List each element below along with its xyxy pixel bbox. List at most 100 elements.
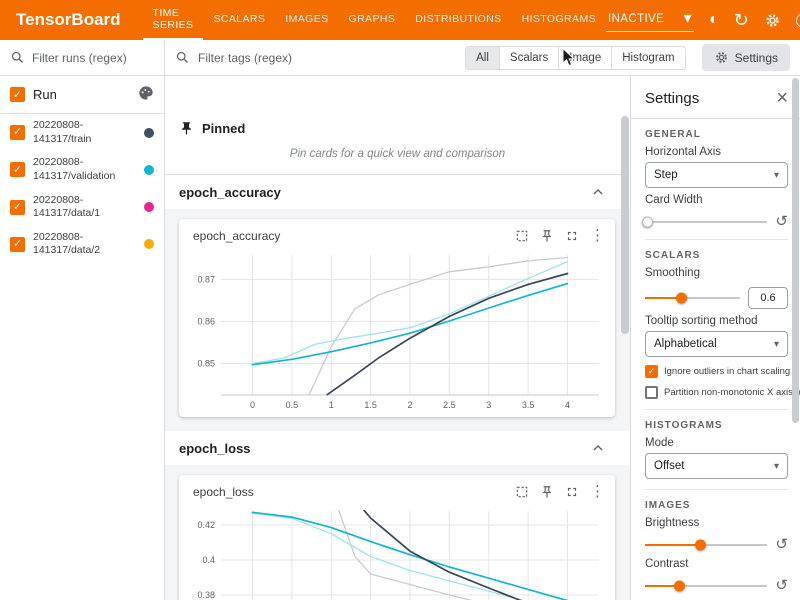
- pin-icon[interactable]: [540, 229, 554, 243]
- more-options-icon[interactable]: ⋮: [590, 228, 605, 243]
- histogram-mode-select[interactable]: Offset ▾: [645, 453, 788, 479]
- runs-column-label: Run: [33, 87, 57, 102]
- smoothing-value-input[interactable]: [748, 287, 788, 309]
- tab-graphs[interactable]: GRAPHS: [339, 0, 406, 40]
- run-checkbox[interactable]: ✓: [10, 162, 25, 177]
- gear-icon[interactable]: [764, 12, 781, 29]
- settings-scrollbar: [792, 76, 799, 600]
- ignore-outliers-checkbox[interactable]: ✓: [645, 365, 658, 378]
- card-toolbar: ⋮: [515, 228, 605, 243]
- slider-knob[interactable]: [695, 539, 706, 550]
- reset-icon[interactable]: ↺: [775, 537, 788, 552]
- horizontal-axis-select[interactable]: Step ▾: [645, 162, 788, 188]
- pin-icon: [179, 121, 194, 136]
- chip-image[interactable]: Image: [558, 47, 611, 69]
- header-actions: INACTIVE ▾ ◐ ↻ ?: [606, 0, 800, 40]
- run-row-data1[interactable]: ✓ 20220808-141317/data/1: [0, 189, 164, 226]
- svg-text:0.4: 0.4: [202, 555, 215, 565]
- chevron-down-icon: ▾: [774, 170, 779, 181]
- run-row-data2[interactable]: ✓ 20220808-141317/data/2: [0, 226, 164, 263]
- fullscreen-icon[interactable]: [565, 229, 579, 243]
- fit-to-data-icon[interactable]: [515, 229, 529, 243]
- chip-histogram[interactable]: Histogram: [611, 47, 684, 69]
- tab-distributions[interactable]: DISTRIBUTIONS: [405, 0, 511, 40]
- main-scrollbar-thumb[interactable]: [621, 116, 629, 334]
- run-checkbox[interactable]: ✓: [10, 125, 25, 140]
- contrast-slider[interactable]: [645, 585, 767, 587]
- tag-filter-toolbar: All Scalars Image Histogram Settings: [165, 40, 800, 76]
- svg-text:4: 4: [565, 400, 570, 410]
- fit-to-data-icon[interactable]: [515, 485, 529, 499]
- tab-images[interactable]: IMAGES: [275, 0, 338, 40]
- slider-knob[interactable]: [674, 580, 685, 591]
- partition-x-axis-checkbox[interactable]: [645, 386, 658, 399]
- pinned-title: Pinned: [202, 121, 245, 136]
- epoch-loss-chart[interactable]: 00.511.522.533.540.360.380.40.42: [179, 501, 613, 600]
- settings-scrollbar-thumb[interactable]: [792, 78, 799, 423]
- tag-type-filter-group: All Scalars Image Histogram: [465, 46, 686, 70]
- svg-text:1: 1: [329, 400, 334, 410]
- card-width-slider[interactable]: [645, 221, 767, 223]
- section-header-epoch-accuracy[interactable]: epoch_accuracy: [165, 175, 630, 209]
- smoothing-control: [645, 287, 788, 309]
- brightness-slider[interactable]: [645, 544, 767, 546]
- theme-toggle-icon[interactable]: ◐: [709, 12, 719, 28]
- smoothing-slider[interactable]: [645, 297, 740, 299]
- chevron-down-icon: ▾: [774, 461, 779, 472]
- chip-scalars[interactable]: Scalars: [499, 47, 558, 69]
- svg-text:3: 3: [486, 400, 491, 410]
- settings-button-label: Settings: [735, 51, 778, 65]
- refresh-icon[interactable]: ↻: [734, 11, 749, 29]
- more-options-icon[interactable]: ⋮: [590, 484, 605, 499]
- run-name: 20220808-141317/data/2: [33, 231, 129, 258]
- reset-icon[interactable]: ↺: [775, 578, 788, 593]
- settings-button[interactable]: Settings: [702, 44, 790, 71]
- run-color-dot: [144, 128, 154, 138]
- run-row-train[interactable]: ✓ 20220808-141317/train: [0, 114, 164, 151]
- search-icon: [175, 50, 190, 65]
- card-title: epoch_accuracy: [193, 229, 280, 243]
- scalars-section-label: SCALARS: [645, 250, 788, 261]
- tooltip-sorting-select[interactable]: Alphabetical ▾: [645, 331, 788, 357]
- tooltip-sorting-label: Tooltip sorting method: [645, 315, 788, 327]
- select-all-runs-checkbox[interactable]: ✓: [10, 87, 25, 102]
- cards-area: Pinned Pin cards for a quick view and co…: [165, 76, 630, 600]
- card-width-control: ↺: [645, 214, 788, 229]
- runs-filter: [0, 40, 164, 75]
- tab-scalars[interactable]: SCALARS: [203, 0, 275, 40]
- tooltip-sorting-value: Alphabetical: [654, 338, 717, 350]
- reload-status-value: INACTIVE: [608, 13, 664, 25]
- main-row: Pinned Pin cards for a quick view and co…: [165, 76, 800, 600]
- tab-time-series[interactable]: TIME SERIES: [143, 0, 204, 40]
- fullscreen-icon[interactable]: [565, 485, 579, 499]
- section-header-epoch-loss[interactable]: epoch_loss: [165, 431, 630, 465]
- runs-sidebar: ✓ Run ✓ 20220808-141317/train ✓ 20220808…: [0, 40, 165, 600]
- pinned-section-header: Pinned: [165, 112, 630, 142]
- brightness-control: ↺: [645, 537, 788, 552]
- reset-icon[interactable]: ↺: [775, 214, 788, 229]
- epoch-accuracy-chart[interactable]: 00.511.522.533.540.850.860.87: [179, 245, 613, 417]
- pin-icon[interactable]: [540, 485, 554, 499]
- card-width-label: Card Width: [645, 194, 788, 206]
- images-section-label: IMAGES: [645, 500, 788, 511]
- tab-histograms[interactable]: HISTOGRAMS: [512, 0, 606, 40]
- close-icon[interactable]: ×: [776, 88, 788, 108]
- reload-status-dropdown[interactable]: INACTIVE ▾: [606, 9, 694, 32]
- run-checkbox[interactable]: ✓: [10, 237, 25, 252]
- collapse-chevron-icon[interactable]: [590, 440, 606, 456]
- tag-filter-input[interactable]: [198, 51, 348, 65]
- slider-knob[interactable]: [676, 293, 687, 304]
- runs-list-header: ✓ Run: [0, 76, 164, 113]
- chip-all[interactable]: All: [466, 47, 499, 69]
- collapse-chevron-icon[interactable]: [590, 184, 606, 200]
- ignore-outliers-label: Ignore outliers in chart scaling: [664, 366, 790, 377]
- run-checkbox[interactable]: ✓: [10, 200, 25, 215]
- slider-knob[interactable]: [642, 216, 653, 227]
- help-icon[interactable]: ?: [796, 13, 800, 28]
- settings-panel-body: GENERAL Horizontal Axis Step ▾ Card Widt…: [631, 129, 800, 600]
- cards-scroll-area: Pinned Pin cards for a quick view and co…: [165, 112, 630, 600]
- run-row-validation[interactable]: ✓ 20220808-141317/validation: [0, 151, 164, 188]
- smoothing-label: Smoothing: [645, 267, 788, 279]
- runs-filter-input[interactable]: [32, 51, 142, 65]
- palette-icon[interactable]: [138, 85, 154, 104]
